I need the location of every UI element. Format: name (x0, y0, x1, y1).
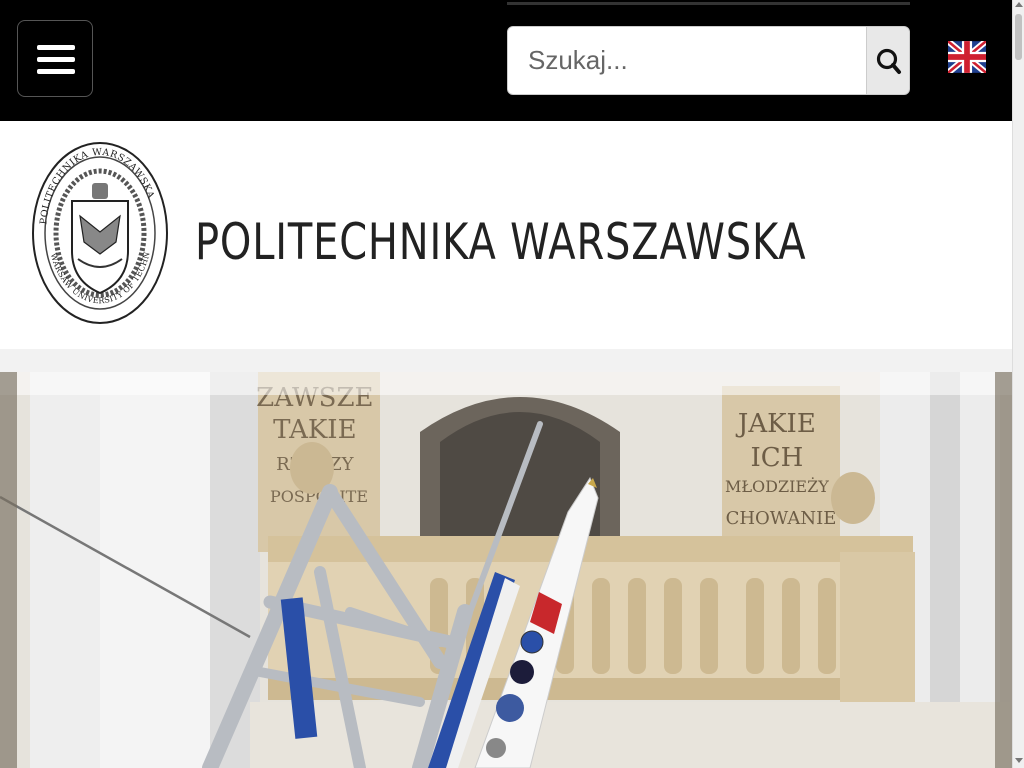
top-navigation-bar (0, 0, 1012, 121)
hero-banner-image: ZAWSZE TAKIE RZECZY POSPOLITE JAKIE ICH … (0, 372, 1012, 768)
uk-flag-icon (945, 38, 989, 76)
scrollbar-thumb[interactable] (1015, 14, 1022, 60)
hamburger-menu-icon (37, 45, 75, 50)
search-icon (876, 48, 901, 74)
university-brand-header: POLITECHNIKA WARSZAWSKA WARSAW UNIVERSIT… (0, 121, 1012, 349)
hamburger-line (37, 69, 75, 74)
hamburger-line (37, 57, 75, 62)
section-separator (0, 349, 1012, 372)
warsaw-university-seal-icon: POLITECHNIKA WARSZAWSKA WARSAW UNIVERSIT… (26, 134, 168, 324)
hero-overlay-right (995, 372, 1012, 768)
search-top-line (507, 2, 910, 5)
search-button[interactable] (866, 26, 910, 95)
page-scrollbar[interactable] (1012, 0, 1024, 768)
university-name: POLITECHNIKA WARSZAWSKA (195, 213, 807, 271)
hamburger-menu-button[interactable] (17, 20, 93, 97)
language-switch-english[interactable] (945, 38, 989, 76)
hero-photo: ZAWSZE TAKIE RZECZY POSPOLITE JAKIE ICH … (0, 372, 1012, 768)
search-form (507, 26, 910, 95)
hero-overlay-left (0, 372, 17, 768)
scroll-up-icon[interactable] (1015, 2, 1023, 7)
scroll-down-icon[interactable] (1015, 758, 1023, 763)
search-input[interactable] (507, 26, 867, 95)
university-logo-link[interactable]: POLITECHNIKA WARSZAWSKA WARSAW UNIVERSIT… (26, 134, 170, 326)
hero-overlay-top (0, 372, 1012, 395)
